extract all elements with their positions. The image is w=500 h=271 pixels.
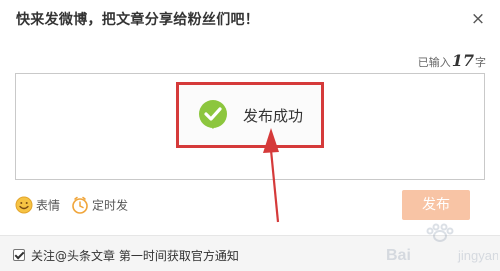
- dialog-title: 快来发微博，把文章分享给粉丝们吧！: [16, 12, 260, 28]
- dialog-footer: 关注@头条文章 第一时间获取官方通知: [0, 235, 500, 271]
- publish-success-toast: 发布成功: [176, 82, 324, 148]
- counter-number: 17: [451, 51, 474, 70]
- follow-checkbox[interactable]: [13, 249, 25, 261]
- counter-prefix: 已输入: [417, 56, 451, 69]
- emoji-button[interactable]: 表情: [15, 196, 60, 216]
- toast-message: 发布成功: [243, 107, 304, 125]
- schedule-button[interactable]: 定时发: [71, 196, 128, 216]
- check-circle-icon: [199, 100, 227, 129]
- emoji-label: 表情: [36, 198, 61, 213]
- follow-label: 关注@头条文章 第一时间获取官方通知: [31, 249, 239, 263]
- counter-suffix: 字: [475, 56, 486, 69]
- publish-button[interactable]: 发布: [402, 190, 470, 220]
- clock-icon: [72, 196, 88, 214]
- close-icon[interactable]: ×: [468, 9, 488, 29]
- dialog-header: 快来发微博，把文章分享给粉丝们吧！ ×: [0, 0, 500, 38]
- share-weibo-dialog: 快来发微博，把文章分享给粉丝们吧！ × 已输入17字 发布成功 表情 定时发 发…: [0, 0, 500, 271]
- schedule-label: 定时发: [92, 198, 129, 213]
- smiley-icon: [15, 196, 33, 214]
- character-counter: 已输入17字: [418, 51, 486, 70]
